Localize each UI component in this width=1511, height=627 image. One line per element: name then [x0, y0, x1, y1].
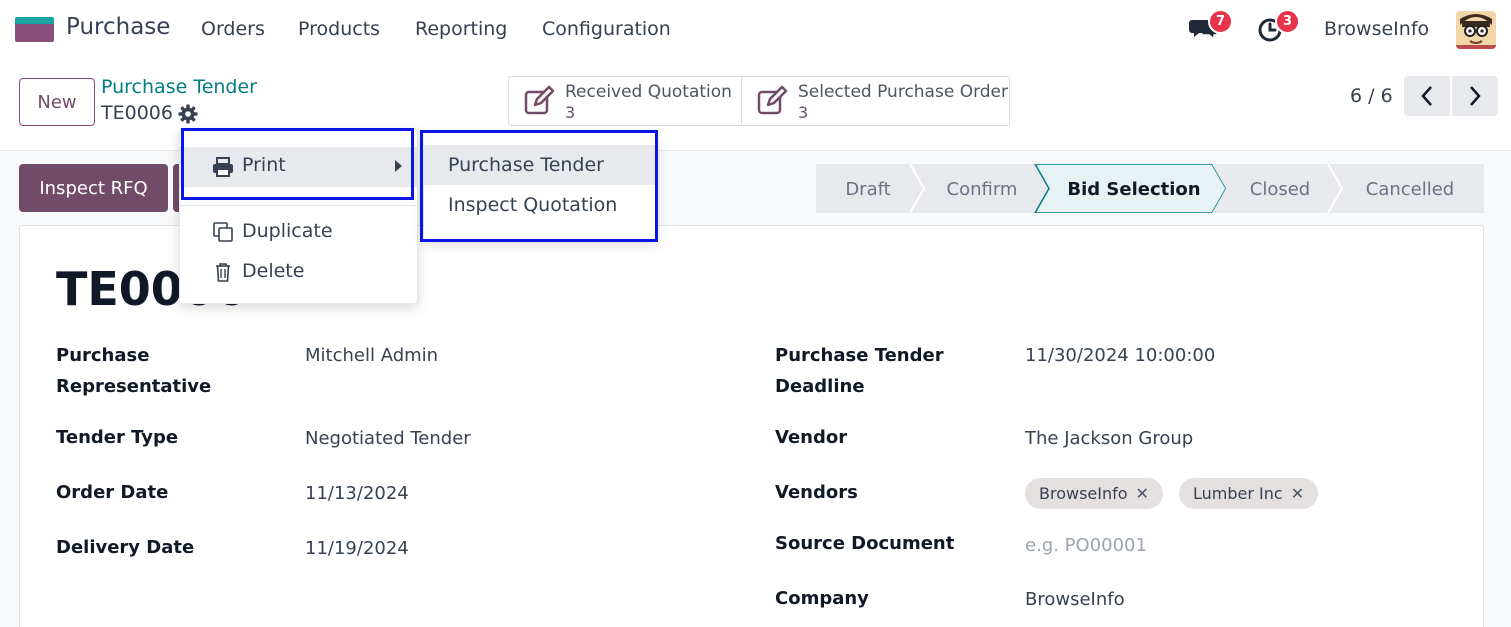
menu-separator — [180, 205, 417, 206]
field-label-delivery-date: Delivery Date — [56, 537, 195, 558]
received-quotation-count: 3 — [565, 103, 576, 122]
stage-bid-selection-label: Bid Selection — [1067, 179, 1200, 200]
pager-previous-button[interactable] — [1404, 76, 1450, 116]
smart-buttons: Received Quotation 3 Selected Purchase O… — [508, 76, 1010, 126]
app-name[interactable]: Purchase — [66, 14, 170, 40]
field-label-purchase-representative: Purchase Representative — [56, 345, 212, 397]
new-button[interactable]: New — [19, 78, 95, 126]
trash-icon — [212, 261, 234, 283]
stage-confirm-label: Confirm — [947, 179, 1018, 200]
highlight-print-box — [181, 128, 414, 200]
company-switcher[interactable]: BrowseInfo — [1324, 18, 1429, 40]
highlight-submenu-box — [420, 130, 658, 242]
received-quotation-button[interactable]: Received Quotation 3 — [509, 77, 741, 125]
menu-item-delete[interactable]: Delete — [242, 260, 304, 282]
status-bar: Draft Confirm Bid Selection Closed Cance… — [816, 164, 1484, 213]
menu-orders[interactable]: Orders — [201, 18, 265, 40]
field-label-company: Company — [775, 588, 869, 609]
pager-value[interactable]: 6 / 6 — [1350, 85, 1393, 107]
field-tender-deadline[interactable]: 11/30/2024 10:00:00 — [1025, 340, 1215, 371]
menu-products[interactable]: Products — [298, 18, 380, 40]
gear-icon[interactable] — [178, 104, 198, 124]
stage-cancelled-label: Cancelled — [1366, 179, 1454, 200]
field-label-vendor: Vendor — [775, 427, 848, 448]
field-purchase-representative[interactable]: Mitchell Admin — [305, 340, 438, 371]
field-label-order-date: Order Date — [56, 482, 169, 503]
field-label-tender-deadline: Purchase Tender Deadline — [775, 345, 944, 397]
received-quotation-label: Received Quotation — [565, 82, 732, 102]
remove-tag-icon[interactable]: ✕ — [1136, 484, 1149, 503]
copy-icon — [212, 221, 234, 243]
source-document-input[interactable]: e.g. PO00001 — [1025, 530, 1147, 561]
field-company[interactable]: BrowseInfo — [1025, 584, 1125, 615]
stage-closed-label: Closed — [1250, 179, 1310, 200]
stage-draft-label: Draft — [845, 179, 890, 200]
selected-purchase-order-count: 3 — [798, 103, 809, 122]
messages-badge: 7 — [1208, 9, 1233, 34]
vendor-tag-lumber-inc[interactable]: Lumber Inc ✕ — [1179, 478, 1319, 509]
remove-tag-icon[interactable]: ✕ — [1291, 484, 1304, 503]
field-vendor[interactable]: The Jackson Group — [1025, 423, 1193, 454]
edit-icon — [756, 85, 788, 117]
activities-clock-icon[interactable]: 3 — [1256, 9, 1300, 44]
menu-configuration[interactable]: Configuration — [542, 18, 671, 40]
vendor-tag-label: Lumber Inc — [1193, 484, 1283, 503]
selected-purchase-order-label: Selected Purchase Order — [798, 82, 1009, 102]
field-label-vendors: Vendors — [775, 482, 858, 503]
field-delivery-date[interactable]: 11/19/2024 — [305, 533, 409, 564]
top-navbar: Purchase Orders Products Reporting Confi… — [0, 0, 1511, 60]
user-avatar[interactable] — [1456, 11, 1496, 49]
apps-menu-icon[interactable] — [15, 17, 54, 42]
edit-icon — [523, 85, 555, 117]
chevron-left-icon — [1421, 86, 1432, 106]
field-label-source-document: Source Document — [775, 533, 955, 554]
chevron-right-icon — [1470, 86, 1481, 106]
breadcrumb-current-record: TE0006 — [101, 102, 173, 124]
pager-next-button[interactable] — [1452, 76, 1498, 116]
field-tender-type[interactable]: Negotiated Tender — [305, 423, 471, 454]
selected-purchase-order-button[interactable]: Selected Purchase Order 3 — [742, 77, 1010, 125]
activities-badge: 3 — [1275, 9, 1300, 34]
vendor-tag-browseinfo[interactable]: BrowseInfo ✕ — [1025, 478, 1163, 509]
menu-reporting[interactable]: Reporting — [415, 18, 507, 40]
menu-item-duplicate[interactable]: Duplicate — [242, 220, 333, 242]
breadcrumb-purchase-tender[interactable]: Purchase Tender — [101, 76, 257, 98]
inspect-rfq-button[interactable]: Inspect RFQ — [19, 164, 168, 212]
field-order-date[interactable]: 11/13/2024 — [305, 478, 409, 509]
vendor-tag-label: BrowseInfo — [1039, 484, 1128, 503]
messages-icon[interactable]: 7 — [1189, 9, 1233, 44]
field-label-tender-type: Tender Type — [56, 427, 179, 448]
